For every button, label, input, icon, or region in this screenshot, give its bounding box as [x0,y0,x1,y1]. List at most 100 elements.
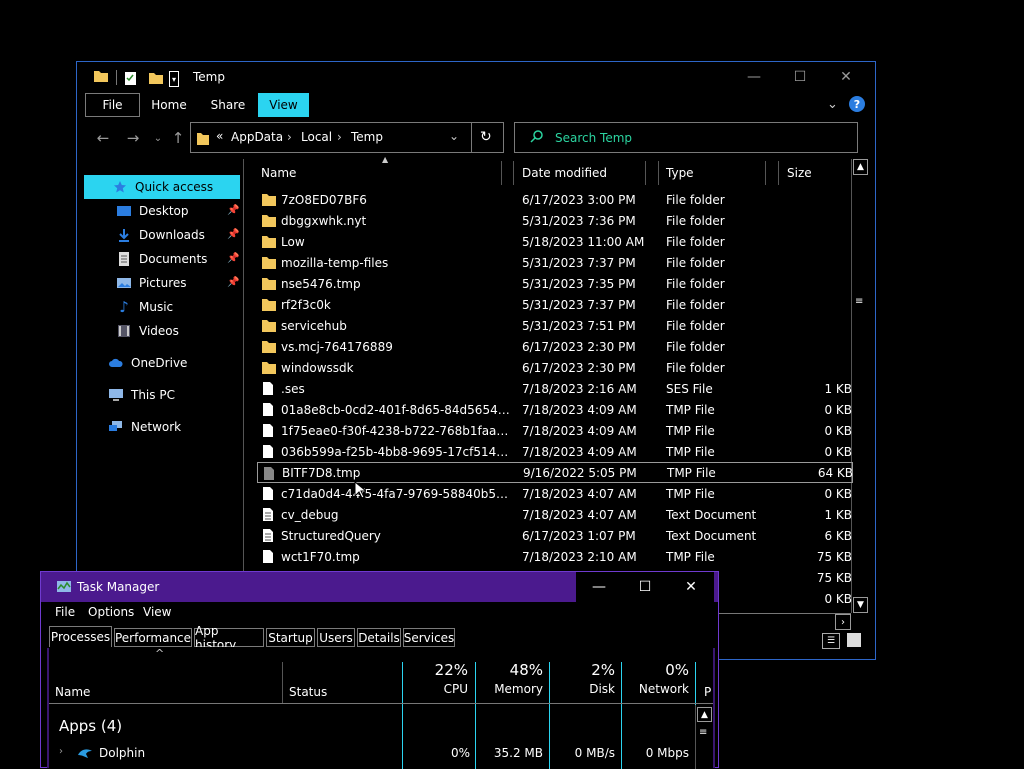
menu-file[interactable]: File [55,605,75,619]
recent-locations-button[interactable]: ⌄ [148,128,168,148]
maximize-button[interactable]: ☐ [777,62,823,92]
close-button[interactable]: ✕ [823,62,869,92]
sidebar-item-this-pc[interactable]: This PC [107,383,263,407]
horizontal-scrollbar[interactable]: › [717,613,851,630]
file-row[interactable]: .ses 7/18/2023 2:16 AM SES File 1 KB [257,378,853,399]
sort-up-icon: ^ [155,647,165,660]
table-row[interactable]: › Dolphin 0% 35.2 MB 0 MB/s 0 Mbps [49,743,695,765]
file-row[interactable]: nse5476.tmp 5/31/2023 7:35 PM File folder [257,273,853,294]
address-prefix[interactable]: « [216,129,223,143]
file-name: 7zO8ED07BF6 [281,192,367,207]
tab-app-history[interactable]: App history [194,624,264,652]
close-button[interactable]: ✕ [668,572,714,602]
forward-button[interactable]: → [123,128,143,148]
up-button[interactable]: ↑ [168,128,188,148]
chevron-down-icon[interactable]: ⌄ [449,129,459,143]
column-header-cpu[interactable]: 22% CPU [404,661,474,696]
sidebar-item-downloads[interactable]: Downloads [115,223,271,247]
large-icons-view-icon[interactable] [847,633,861,647]
chevron-down-icon[interactable]: ⌄ [827,97,838,112]
scroll-right-button[interactable]: › [835,614,851,630]
file-row[interactable]: Low 5/18/2023 11:00 AM File folder [257,231,853,252]
sidebar-item-pictures[interactable]: Pictures [115,271,271,295]
details-view-icon[interactable]: ☰ [822,633,840,649]
address-bar[interactable]: « AppData › Local › Temp ⌄ ↻ [190,122,504,153]
pin-icon[interactable]: 📌 [227,253,239,265]
file-row[interactable]: wct1F70.tmp 7/18/2023 2:10 AM TMP File 75 K… [257,546,853,567]
menu-options[interactable]: Options [88,605,134,619]
properties-icon[interactable] [124,70,138,86]
column-header-power[interactable]: P [704,685,711,699]
sidebar-item-desktop[interactable]: Desktop [115,199,271,223]
tab-processes[interactable]: Processes [49,626,112,647]
tab-users[interactable]: Users [317,628,355,647]
minimize-button[interactable]: — [731,62,777,92]
scroll-up-button[interactable]: ▲ [853,159,868,175]
column-header-name[interactable]: Name [55,685,90,699]
vertical-scrollbar[interactable]: ▲ ≡ ▼ [851,159,868,613]
expand-chevron-icon[interactable]: › [59,746,63,757]
scroll-up-button[interactable]: ▲ [697,707,712,722]
file-row[interactable]: mozilla-temp-files 5/31/2023 7:37 PM File … [257,252,853,273]
file-row[interactable]: 7zO8ED07BF6 6/17/2023 3:00 PM File folder [257,189,853,210]
file-type: File folder [666,297,725,312]
column-header-type[interactable]: Type [666,161,756,185]
tab-file[interactable]: File [85,93,140,117]
file-row[interactable]: vs.mcj-764176889 6/17/2023 2:30 PM File fo… [257,336,853,357]
scroll-thumb[interactable]: ≡ [855,296,865,307]
search-input[interactable]: Search Temp [514,122,858,153]
file-row[interactable]: windowssdk 6/17/2023 2:30 PM File folder [257,357,853,378]
file-row[interactable]: servicehub 5/31/2023 7:51 PM File folder [257,315,853,336]
customize-toolbar-icon[interactable]: ▾ [169,71,179,87]
file-type: Text Document [666,528,757,543]
new-folder-icon[interactable] [148,70,164,86]
breadcrumb-appdata[interactable]: AppData [231,130,283,144]
column-header-status[interactable]: Status [289,685,327,699]
breadcrumb-temp[interactable]: Temp [351,130,383,144]
file-row[interactable]: dbggxwhk.nyt 5/31/2023 7:36 PM File folder [257,210,853,231]
sidebar-item-network[interactable]: Network [107,415,263,439]
minimize-button[interactable]: — [576,572,622,602]
file-row[interactable]: cv_debug 7/18/2023 4:07 AM Text Document 1 … [257,504,853,525]
column-header-disk[interactable]: 2% Disk [551,661,621,696]
tab-services[interactable]: Services [403,628,455,647]
sidebar-item-videos[interactable]: Videos [115,319,271,343]
pin-icon[interactable]: 📌 [227,205,239,217]
file-name: .ses [281,381,305,396]
back-button[interactable]: ← [93,128,113,148]
file-row[interactable]: c71da0d4-44f5-4fa7-9769-58840b53f6d7....… [257,483,853,504]
tab-share[interactable]: Share [202,93,254,117]
column-header-date[interactable]: Date modified [522,161,642,185]
sidebar-item-documents[interactable]: Documents [115,247,271,271]
menu-view[interactable]: View [143,605,171,619]
maximize-button[interactable]: ☐ [622,572,668,602]
refresh-icon[interactable]: ↻ [480,129,492,145]
tab-view[interactable]: View [258,93,309,117]
scroll-thumb[interactable]: ≡ [699,727,707,738]
scroll-down-button[interactable]: ▼ [853,597,868,613]
vertical-scrollbar[interactable]: ▲ ≡ [695,705,712,769]
sidebar-item-onedrive[interactable]: OneDrive [107,351,263,375]
file-row[interactable]: 01a8e8cb-0cd2-401f-8d65-84d56545dc51... 7… [257,399,853,420]
breadcrumb-local[interactable]: Local [301,130,332,144]
help-icon[interactable]: ? [849,96,865,112]
file-row[interactable]: rf2f3c0k 5/31/2023 7:37 PM File folder [257,294,853,315]
tab-home[interactable]: Home [144,93,194,117]
column-header-name[interactable]: Name [261,161,501,185]
sidebar-item-label: Downloads [139,228,205,242]
pin-icon[interactable]: 📌 [227,277,239,289]
file-row[interactable]: 036b599a-f25b-4bb8-9695-17cf51490fcd....… [257,441,853,462]
column-header-size[interactable]: Size [787,161,847,185]
tab-startup[interactable]: Startup [266,628,315,647]
file-row[interactable]: 1f75eae0-f30f-4238-b722-768b1faa27a2.t..… [257,420,853,441]
pin-icon[interactable]: 📌 [227,229,239,241]
file-date: 7/18/2023 4:07 AM [522,486,637,501]
tab-performance[interactable]: Performance [114,628,192,647]
column-header-memory[interactable]: 48% Memory [477,661,549,696]
file-type: File folder [666,234,725,249]
file-row[interactable]: BITF7D8.tmp 9/16/2022 5:05 PM TMP File 64 K… [257,462,853,483]
tab-details[interactable]: Details [357,628,401,647]
sidebar-item-music[interactable]: ♪ Music [115,295,271,319]
file-row[interactable]: StructuredQuery 6/17/2023 1:07 PM Text Doc… [257,525,853,546]
column-header-network[interactable]: 0% Network [623,661,695,696]
